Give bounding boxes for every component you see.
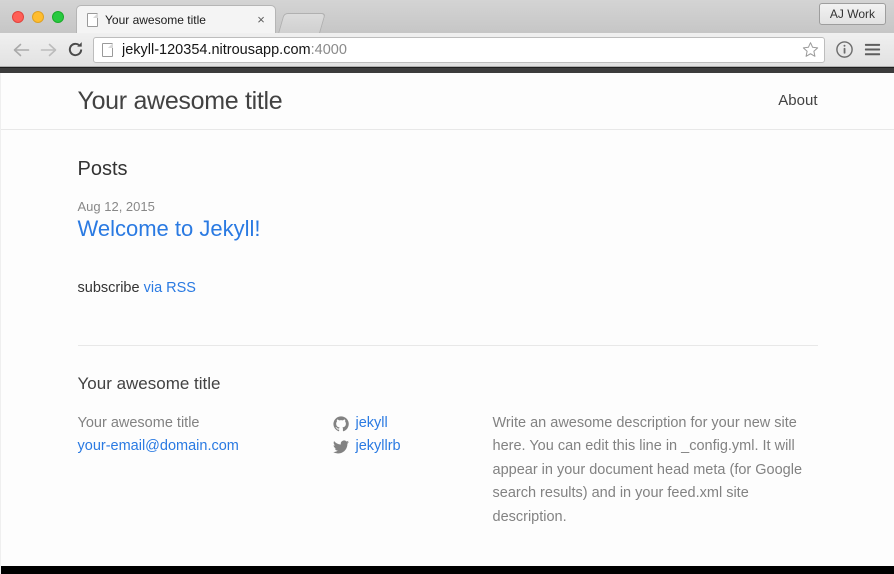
page-icon [87,12,98,27]
page-viewport: Your awesome title About Posts Aug 12, 2… [0,73,894,574]
rss-subscribe: subscribe via RSS [78,280,818,296]
site-header: Your awesome title About [1,73,894,130]
url-port: :4000 [310,41,347,58]
rss-prefix-text: subscribe [77,280,144,296]
footer-contact-column: Your awesome title your-email@domain.com [78,412,333,529]
maximize-window-button[interactable] [52,10,64,23]
url-text: jekyll-120354.nitrousapp.com:4000 [122,42,802,58]
browser-chrome: Your awesome title × AJ Work jekyll-1203… [0,0,894,67]
footer-social-column: jekyll jekyllrb [332,412,493,529]
reload-button[interactable] [62,36,89,63]
page-icon [102,42,113,57]
profile-button[interactable]: AJ Work [818,3,886,25]
hamburger-menu-icon [864,43,880,56]
browser-tab[interactable]: Your awesome title × [76,5,276,33]
tab-strip: Your awesome title × AJ Work [0,0,894,33]
contact-name: Your awesome title [77,415,200,431]
posts-heading: Posts [77,158,128,180]
browser-toolbar: jekyll-120354.nitrousapp.com:4000 [0,33,894,66]
post-list-item: Aug 12, 2015 Welcome to Jekyll! [78,199,818,242]
forward-button[interactable] [35,36,62,63]
nav-link-about[interactable]: About [778,92,817,109]
address-bar[interactable]: jekyll-120354.nitrousapp.com:4000 [93,36,825,63]
social-link-twitter[interactable]: jekyllrb [356,435,401,458]
arrow-right-icon [40,43,57,56]
post-date: Aug 12, 2015 [77,199,155,214]
twitter-icon [332,440,349,454]
site-footer: Your awesome title Your awesome title yo… [77,345,818,529]
contact-email-item: your-email@domain.com [78,435,333,458]
close-icon[interactable]: × [253,12,269,28]
github-icon [332,416,349,431]
tab-title: Your awesome title [105,12,206,27]
site-nav: About [778,92,817,110]
url-host: jekyll-120354.nitrousapp.com [122,41,311,58]
social-item-github: jekyll [332,412,493,435]
site-description: Write an awesome description for your ne… [492,415,803,525]
social-list: jekyll jekyllrb [332,412,493,459]
post-list: Aug 12, 2015 Welcome to Jekyll! [78,199,818,242]
info-button[interactable] [830,36,858,63]
reload-icon [68,42,83,57]
footer-columns: Your awesome title your-email@domain.com… [78,412,818,529]
back-button[interactable] [8,36,35,63]
social-link-github[interactable]: jekyll [356,412,388,435]
new-tab-button[interactable] [278,13,326,33]
window-controls [0,0,74,33]
bottom-bar [1,566,894,574]
footer-heading: Your awesome title [77,374,221,393]
footer-description-column: Write an awesome description for your ne… [493,412,818,529]
contact-email-link[interactable]: your-email@domain.com [78,438,239,454]
bookmark-star-icon[interactable] [802,41,819,58]
arrow-left-icon [13,43,30,56]
post-title-link[interactable]: Welcome to Jekyll! [78,216,261,242]
social-item-twitter: jekyllrb [332,435,493,458]
site-title[interactable]: Your awesome title [78,87,283,116]
minimize-window-button[interactable] [32,10,44,23]
close-window-button[interactable] [12,10,24,23]
menu-button[interactable] [858,36,886,63]
rss-link[interactable]: via RSS [144,280,196,296]
info-circle-icon [835,41,853,58]
page-content: Posts Aug 12, 2015 Welcome to Jekyll! su… [77,130,818,529]
contact-list: Your awesome title your-email@domain.com [78,412,333,459]
